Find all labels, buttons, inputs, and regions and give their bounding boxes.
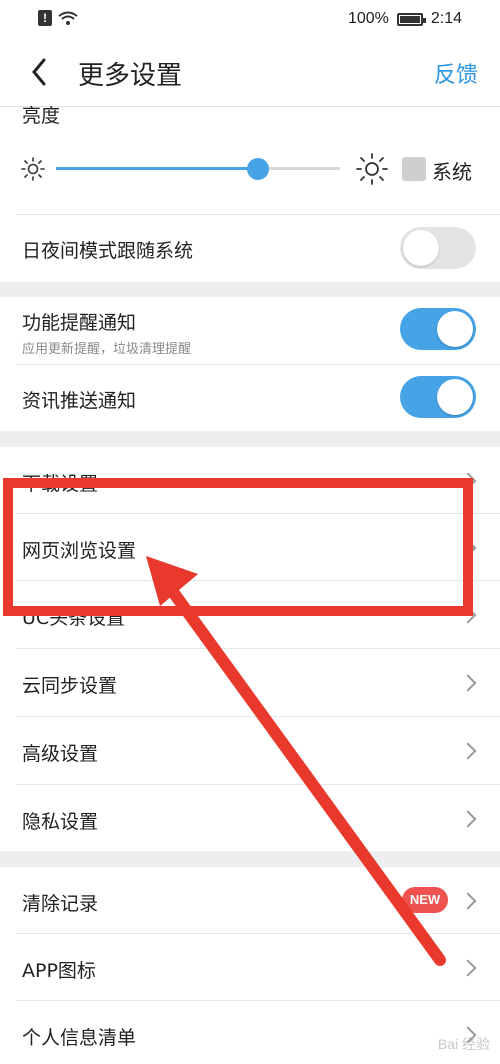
chevron-right-icon <box>459 674 477 692</box>
toggle-knob <box>437 379 473 415</box>
brightness-slider[interactable] <box>56 158 340 180</box>
brightness-label: 亮度 <box>22 105 61 127</box>
app-icon-row[interactable]: APP图标 <box>0 934 500 1000</box>
battery-percent: 100% <box>347 10 389 27</box>
clear-records-row[interactable]: 清除记录 NEW <box>0 867 500 933</box>
battery-icon <box>396 12 426 26</box>
back-arrow-icon[interactable] <box>22 54 58 90</box>
chevron-right-icon <box>459 959 477 977</box>
clock: 2:14 <box>430 10 462 27</box>
personal-info-label: 个人信息清单 <box>22 1027 137 1049</box>
news-push-row[interactable]: 资讯推送通知 <box>0 365 500 431</box>
advanced-settings-row[interactable]: 高级设置 <box>0 717 500 783</box>
feature-notify-toggle[interactable] <box>400 308 476 350</box>
night-mode-label: 日夜间模式跟随系统 <box>22 240 194 262</box>
toggle-knob <box>437 311 473 347</box>
feedback-link[interactable]: 反馈 <box>434 57 478 89</box>
cloud-sync-settings-label: 云同步设置 <box>22 675 118 697</box>
chevron-right-icon <box>459 539 477 557</box>
advanced-settings-label: 高级设置 <box>22 743 99 765</box>
page-title: 更多设置 <box>78 61 183 91</box>
feature-notify-row[interactable]: 功能提醒通知 应用更新提醒，垃圾清理提醒 <box>0 297 500 364</box>
status-right: 100% 2:14 <box>348 10 462 28</box>
chevron-right-icon <box>459 472 477 490</box>
brightness-slider-thumb[interactable] <box>246 158 269 180</box>
news-push-label: 资讯推送通知 <box>22 390 137 412</box>
night-mode-row[interactable]: 日夜间模式跟随系统 <box>0 215 500 281</box>
app-icon-label: APP图标 <box>22 960 96 982</box>
system-brightness-label: 系统 <box>432 160 472 184</box>
chevron-right-icon <box>459 742 477 760</box>
web-browse-settings-label: 网页浏览设置 <box>22 540 137 562</box>
privacy-settings-label: 隐私设置 <box>22 811 99 833</box>
privacy-settings-row[interactable]: 隐私设置 <box>0 785 500 851</box>
wifi-icon <box>58 11 78 25</box>
download-settings-row[interactable]: 下载设置 <box>0 447 500 513</box>
personal-info-row[interactable]: 个人信息清单 <box>0 1001 500 1064</box>
brightness-slider-fill <box>56 167 258 170</box>
status-left: ! <box>38 10 78 26</box>
feature-notify-subtitle: 应用更新提醒，垃圾清理提醒 <box>22 342 192 357</box>
uc-headline-settings-row[interactable]: UC头条设置 <box>0 581 500 647</box>
uc-headline-settings-label: UC头条设置 <box>22 607 126 629</box>
chevron-right-icon <box>459 810 477 828</box>
chevron-right-icon <box>459 892 477 910</box>
download-settings-label: 下载设置 <box>22 473 99 495</box>
alert-icon: ! <box>38 10 52 26</box>
toggle-knob <box>403 230 439 266</box>
watermark: Bai 经验 <box>437 1036 490 1052</box>
feature-notify-label: 功能提醒通知 <box>22 312 137 334</box>
clear-records-label: 清除记录 <box>22 893 99 915</box>
brightness-low-icon <box>21 157 45 181</box>
chevron-right-icon <box>459 606 477 624</box>
brightness-high-icon <box>356 153 388 185</box>
status-bar: ! 100% 2:14 <box>0 0 500 40</box>
news-push-toggle[interactable] <box>400 376 476 418</box>
system-brightness-checkbox[interactable] <box>402 157 426 181</box>
web-browse-settings-row[interactable]: 网页浏览设置 <box>0 514 500 580</box>
new-badge: NEW <box>402 887 448 913</box>
title-bar: 更多设置 反馈 <box>0 40 500 107</box>
cloud-sync-settings-row[interactable]: 云同步设置 <box>0 649 500 715</box>
night-mode-toggle[interactable] <box>400 227 476 269</box>
